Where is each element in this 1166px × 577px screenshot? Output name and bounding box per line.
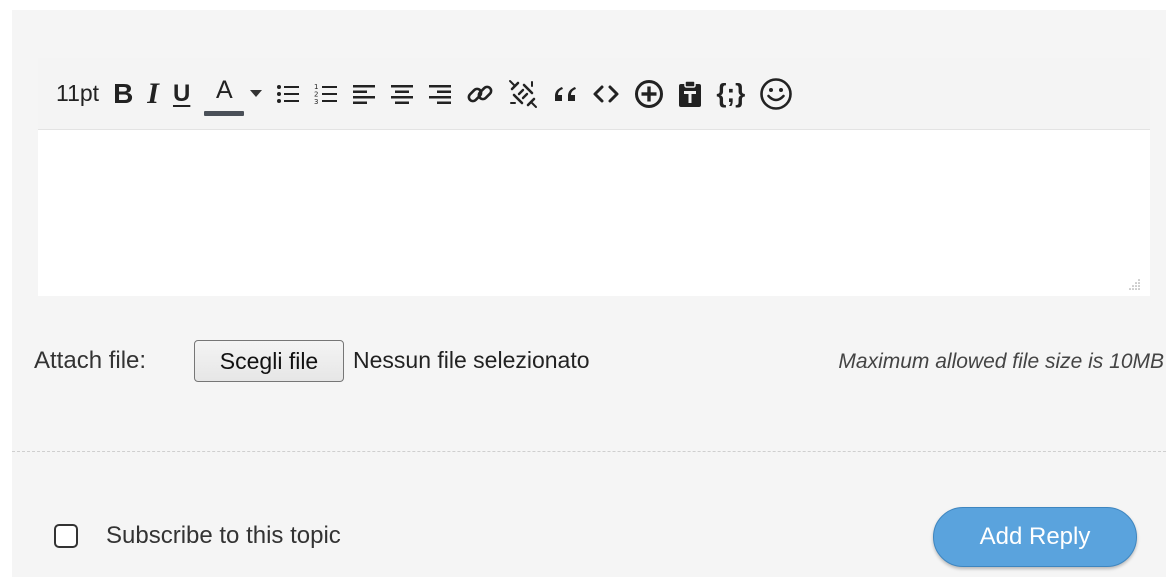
file-status-text: Nessun file selezionato (353, 347, 590, 373)
align-right-icon[interactable] (428, 72, 452, 116)
subscribe-checkbox[interactable] (54, 524, 78, 548)
unlink-icon[interactable] (508, 72, 538, 116)
max-file-size-note: Maximum allowed file size is 10MB (838, 350, 1164, 373)
bold-button[interactable]: B (113, 72, 133, 116)
choose-file-button[interactable]: Scegli file (194, 340, 344, 382)
text-color-letter: A (215, 76, 233, 104)
italic-button[interactable]: I (147, 72, 159, 116)
attach-file-label: Attach file: (34, 347, 147, 374)
editor-content-area[interactable] (38, 130, 1150, 296)
bullet-list-icon[interactable] (276, 72, 300, 116)
add-reply-button[interactable]: Add Reply (933, 507, 1137, 567)
subscribe-label[interactable]: Subscribe to this topic (106, 522, 341, 550)
link-icon[interactable] (466, 72, 494, 116)
code-icon[interactable] (592, 72, 620, 116)
smiley-icon[interactable] (759, 72, 793, 116)
align-center-icon[interactable] (390, 72, 414, 116)
text-color-swatch (204, 110, 245, 116)
quote-icon[interactable] (552, 72, 578, 116)
underline-button[interactable]: U (173, 72, 190, 116)
font-size-button[interactable]: 11pt (56, 72, 99, 116)
svg-text:3: 3 (314, 98, 318, 106)
plus-circle-icon[interactable] (634, 72, 664, 116)
subscribe-option[interactable]: Subscribe to this topic (54, 522, 341, 550)
editor-toolbar: 11pt B I U A 1 2 3 {;} (38, 58, 1150, 130)
numbered-list-icon[interactable]: 1 2 3 (314, 72, 338, 116)
code-block-icon[interactable]: {;} (716, 72, 745, 116)
chevron-down-icon[interactable] (250, 90, 263, 97)
text-color-button[interactable]: A (204, 72, 245, 116)
attach-file-row: Attach file: Scegli file Nessun file sel… (34, 340, 1164, 382)
dashed-divider (12, 451, 1166, 452)
rich-text-editor: 11pt B I U A 1 2 3 {;} (38, 58, 1150, 296)
resize-handle-icon[interactable] (1128, 278, 1140, 290)
align-left-icon[interactable] (352, 72, 376, 116)
paste-icon[interactable] (678, 72, 702, 116)
